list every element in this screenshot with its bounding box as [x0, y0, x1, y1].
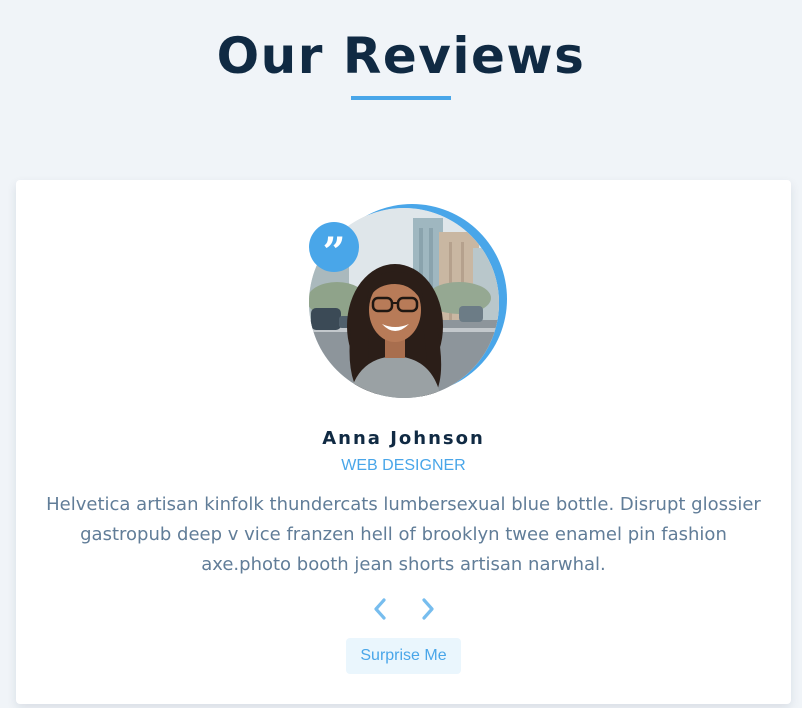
review-card: ” Anna Johnson WEB DESIGNER Helvetica ar…	[16, 180, 791, 704]
author-name: Anna Johnson	[322, 428, 485, 449]
next-button[interactable]	[413, 594, 443, 624]
author-job: WEB DESIGNER	[341, 457, 466, 474]
chevron-right-icon	[422, 598, 434, 620]
avatar-container: ”	[309, 204, 507, 398]
quote-icon: ”	[309, 222, 359, 276]
nav-buttons	[365, 594, 445, 624]
title-underline	[351, 96, 451, 100]
surprise-me-button[interactable]: Surprise Me	[346, 638, 461, 674]
reviews-page: Our Reviews ” Anna Johnson WEB DESIGNER …	[0, 0, 802, 708]
review-text: Helvetica artisan kinfolk thundercats lu…	[46, 494, 761, 575]
prev-button[interactable]	[365, 594, 395, 624]
chevron-left-icon	[374, 598, 386, 620]
page-title: Our Reviews	[216, 27, 586, 85]
reviews-header: Our Reviews	[0, 26, 802, 100]
